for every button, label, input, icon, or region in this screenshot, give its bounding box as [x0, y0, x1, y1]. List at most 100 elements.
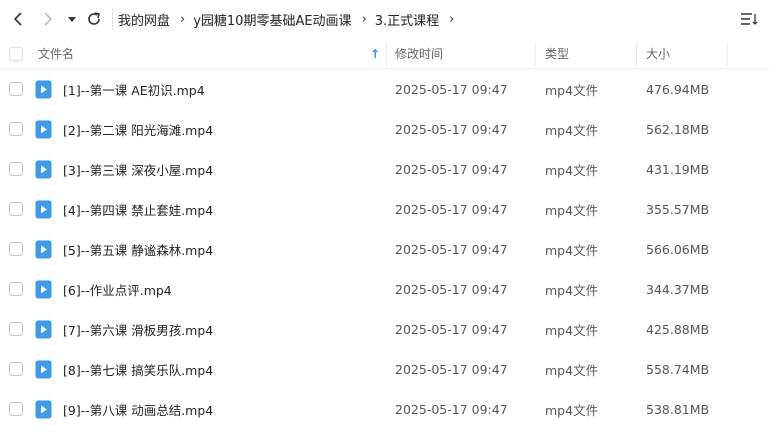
play-icon	[35, 400, 52, 418]
row-checkbox[interactable]	[9, 282, 23, 296]
video-file-icon	[35, 189, 52, 229]
select-all-checkbox-wrap	[9, 38, 23, 69]
file-modified: 2025-05-17 09:47	[395, 121, 508, 137]
file-name[interactable]: [2]--第二课 阳光海滩.mp4	[63, 109, 213, 149]
row-checkbox[interactable]	[9, 202, 23, 216]
play-icon	[35, 320, 52, 338]
breadcrumb-item-course[interactable]: y园糖10期零基础AE动画课	[191, 10, 353, 29]
row-checkbox[interactable]	[9, 362, 23, 376]
file-type: mp4文件	[545, 162, 599, 178]
file-type: mp4文件	[545, 362, 599, 378]
file-name[interactable]: [5]--第五课 静谧森林.mp4	[63, 229, 213, 269]
row-checkbox[interactable]	[9, 162, 23, 176]
breadcrumb: 我的网盘 › y园糖10期零基础AE动画课 › 3.正式课程 ›	[116, 0, 460, 38]
row-checkbox[interactable]	[9, 322, 23, 336]
forward-button[interactable]	[38, 9, 58, 29]
column-divider	[386, 42, 387, 66]
chevron-right-icon: ›	[361, 11, 367, 27]
file-size: 355.57MB	[646, 201, 710, 217]
table-row[interactable]: [7]--第六课 滑板男孩.mp4 2025-05-17 09:47 mp4文件 42…	[0, 309, 769, 349]
column-name[interactable]: 文件名 ↑	[38, 38, 384, 69]
column-divider	[636, 42, 637, 66]
history-dropdown-button[interactable]	[62, 9, 82, 29]
column-divider	[535, 42, 536, 66]
file-modified: 2025-05-17 09:47	[395, 401, 508, 417]
row-checkbox-cell	[9, 349, 23, 389]
table-row[interactable]: [4]--第四课 禁止套娃.mp4 2025-05-17 09:47 mp4文件 35…	[0, 189, 769, 229]
file-type: mp4文件	[545, 82, 599, 98]
play-icon	[35, 160, 52, 178]
chevron-left-icon	[13, 12, 22, 26]
row-checkbox-cell	[9, 149, 23, 189]
row-checkbox-cell	[9, 69, 23, 109]
breadcrumb-item-root[interactable]: 我的网盘	[116, 10, 172, 29]
file-name[interactable]: [8]--第七课 搞笑乐队.mp4	[63, 349, 213, 389]
play-icon	[35, 240, 52, 258]
file-size: 566.06MB	[646, 241, 710, 257]
file-name[interactable]: [3]--第三课 深夜小屋.mp4	[63, 149, 213, 189]
file-name[interactable]: [4]--第四课 禁止套娃.mp4	[63, 189, 213, 229]
table-row[interactable]: [3]--第三课 深夜小屋.mp4 2025-05-17 09:47 mp4文件 43…	[0, 149, 769, 189]
chevron-right-icon: ›	[180, 11, 186, 27]
column-divider	[727, 42, 728, 66]
file-type: mp4文件	[545, 402, 599, 418]
refresh-button[interactable]	[84, 9, 104, 29]
file-type: mp4文件	[545, 202, 599, 218]
table-row[interactable]: [6]--作业点评.mp4 2025-05-17 09:47 mp4文件 344.37…	[0, 269, 769, 309]
column-type[interactable]: 类型	[545, 38, 569, 69]
video-file-icon	[35, 389, 52, 429]
row-checkbox[interactable]	[9, 122, 23, 136]
back-button[interactable]	[8, 9, 28, 29]
file-modified: 2025-05-17 09:47	[395, 361, 508, 377]
row-checkbox[interactable]	[9, 242, 23, 256]
table-row[interactable]: [2]--第二课 阳光海滩.mp4 2025-05-17 09:47 mp4文件 56…	[0, 109, 769, 149]
caret-down-icon	[68, 17, 76, 22]
play-icon	[35, 360, 52, 378]
sort-ascending-icon: ↑	[369, 46, 380, 61]
video-file-icon	[35, 349, 52, 389]
column-modified[interactable]: 修改时间	[395, 38, 443, 69]
refresh-icon	[88, 12, 100, 25]
video-file-icon	[35, 309, 52, 349]
video-file-icon	[35, 229, 52, 269]
table-row[interactable]: [1]--第一课 AE初识.mp4 2025-05-17 09:47 mp4文件 47…	[0, 69, 769, 109]
column-name-label: 文件名	[38, 47, 75, 61]
row-checkbox-cell	[9, 309, 23, 349]
file-size: 344.37MB	[646, 281, 710, 297]
file-list-header: 文件名 ↑ 修改时间 类型 大小	[0, 38, 769, 69]
table-row[interactable]: [5]--第五课 静谧森林.mp4 2025-05-17 09:47 mp4文件 56…	[0, 229, 769, 269]
video-file-icon	[35, 69, 52, 109]
table-row[interactable]: [8]--第七课 搞笑乐队.mp4 2025-05-17 09:47 mp4文件 55…	[0, 349, 769, 389]
file-modified: 2025-05-17 09:47	[395, 321, 508, 337]
file-name[interactable]: [6]--作业点评.mp4	[63, 269, 172, 309]
play-icon	[35, 80, 52, 98]
file-type: mp4文件	[545, 282, 599, 298]
play-icon	[35, 200, 52, 218]
file-size: 558.74MB	[646, 361, 710, 377]
chevron-right-icon: ›	[449, 11, 455, 27]
row-checkbox-cell	[9, 389, 23, 429]
file-modified: 2025-05-17 09:47	[395, 161, 508, 177]
video-file-icon	[35, 109, 52, 149]
table-row[interactable]: [9]--第八课 动画总结.mp4 2025-05-17 09:47 mp4文件 53…	[0, 389, 769, 429]
file-name[interactable]: [9]--第八课 动画总结.mp4	[63, 389, 213, 429]
breadcrumb-item-current[interactable]: 3.正式课程	[373, 10, 441, 29]
select-all-checkbox[interactable]	[9, 46, 23, 61]
view-options-button[interactable]	[739, 9, 759, 29]
file-size: 476.94MB	[646, 81, 710, 97]
video-file-icon	[35, 269, 52, 309]
file-name[interactable]: [1]--第一课 AE初识.mp4	[63, 69, 205, 109]
column-modified-label: 修改时间	[395, 47, 444, 61]
file-name[interactable]: [7]--第六课 滑板男孩.mp4	[63, 309, 213, 349]
column-size-label: 大小	[646, 47, 671, 61]
row-checkbox[interactable]	[9, 402, 23, 416]
row-checkbox[interactable]	[9, 82, 23, 96]
row-checkbox-cell	[9, 109, 23, 149]
chevron-right-icon	[44, 12, 53, 26]
file-size: 431.19MB	[646, 161, 710, 177]
column-size[interactable]: 大小	[646, 38, 670, 69]
file-modified: 2025-05-17 09:47	[395, 81, 508, 97]
column-type-label: 类型	[545, 47, 570, 61]
toolbar-divider	[112, 8, 113, 30]
video-file-icon	[35, 149, 52, 189]
